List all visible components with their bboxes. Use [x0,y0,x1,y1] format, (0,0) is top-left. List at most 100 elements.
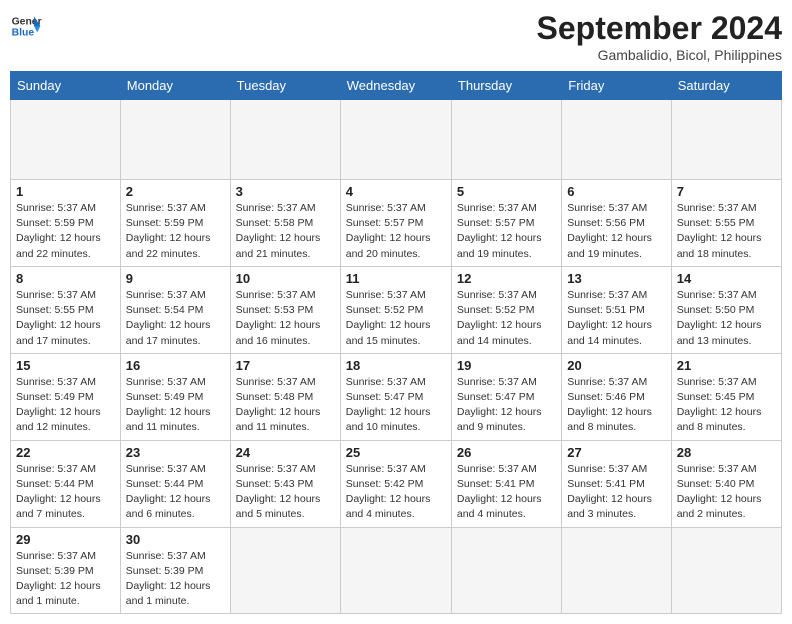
day-detail: Sunrise: 5:37 AMSunset: 5:52 PMDaylight:… [346,288,446,349]
calendar-cell: 28 Sunrise: 5:37 AMSunset: 5:40 PMDayligh… [671,440,781,527]
month-year: September 2024 [537,10,782,47]
day-detail: Sunrise: 5:37 AMSunset: 5:56 PMDaylight:… [567,201,665,262]
day-number: 13 [567,271,665,286]
calendar-cell: 22 Sunrise: 5:37 AMSunset: 5:44 PMDayligh… [11,440,121,527]
calendar-cell: 7 Sunrise: 5:37 AMSunset: 5:55 PMDaylight… [671,180,781,267]
day-detail: Sunrise: 5:37 AMSunset: 5:59 PMDaylight:… [16,201,115,262]
calendar-cell: 1 Sunrise: 5:37 AMSunset: 5:59 PMDaylight… [11,180,121,267]
calendar-cell: 4Sunrise: 5:37 AMSunset: 5:57 PMDaylight… [340,180,451,267]
day-number: 5 [457,184,556,199]
calendar-cell: 29 Sunrise: 5:37 AMSunset: 5:39 PMDayligh… [11,527,121,614]
day-number: 20 [567,358,665,373]
day-detail: Sunrise: 5:37 AMSunset: 5:44 PMDaylight:… [16,462,115,523]
day-header-wednesday: Wednesday [340,72,451,100]
calendar-week-row: 1 Sunrise: 5:37 AMSunset: 5:59 PMDaylight… [11,180,782,267]
calendar-cell [340,100,451,180]
day-number: 22 [16,445,115,460]
day-detail: Sunrise: 5:37 AMSunset: 5:44 PMDaylight:… [126,462,225,523]
logo-icon: General Blue [10,10,42,42]
calendar-cell: 15 Sunrise: 5:37 AMSunset: 5:49 PMDayligh… [11,353,121,440]
calendar-week-row [11,100,782,180]
day-number: 28 [677,445,776,460]
calendar-cell [451,527,561,614]
day-number: 2 [126,184,225,199]
calendar-cell: 3Sunrise: 5:37 AMSunset: 5:58 PMDaylight… [230,180,340,267]
day-detail: Sunrise: 5:37 AMSunset: 5:39 PMDaylight:… [16,549,115,610]
day-detail: Sunrise: 5:37 AMSunset: 5:50 PMDaylight:… [677,288,776,349]
calendar-cell: 10 Sunrise: 5:37 AMSunset: 5:53 PMDayligh… [230,266,340,353]
location: Gambalidio, Bicol, Philippines [537,47,782,63]
day-detail: Sunrise: 5:37 AMSunset: 5:40 PMDaylight:… [677,462,776,523]
day-header-friday: Friday [562,72,671,100]
calendar-cell [230,100,340,180]
calendar-week-row: 22 Sunrise: 5:37 AMSunset: 5:44 PMDayligh… [11,440,782,527]
calendar-cell [671,100,781,180]
calendar-cell: 24 Sunrise: 5:37 AMSunset: 5:43 PMDayligh… [230,440,340,527]
day-number: 26 [457,445,556,460]
day-detail: Sunrise: 5:37 AMSunset: 5:43 PMDaylight:… [236,462,335,523]
calendar-cell [340,527,451,614]
day-detail: Sunrise: 5:37 AMSunset: 5:49 PMDaylight:… [16,375,115,436]
calendar-table: SundayMondayTuesdayWednesdayThursdayFrid… [10,71,782,614]
day-number: 6 [567,184,665,199]
calendar-week-row: 29 Sunrise: 5:37 AMSunset: 5:39 PMDayligh… [11,527,782,614]
day-detail: Sunrise: 5:37 AMSunset: 5:51 PMDaylight:… [567,288,665,349]
calendar-cell [562,527,671,614]
calendar-cell: 8Sunrise: 5:37 AMSunset: 5:55 PMDaylight… [11,266,121,353]
calendar-cell: 11 Sunrise: 5:37 AMSunset: 5:52 PMDayligh… [340,266,451,353]
day-detail: Sunrise: 5:37 AMSunset: 5:46 PMDaylight:… [567,375,665,436]
day-number: 4 [346,184,446,199]
calendar-cell: 2 Sunrise: 5:37 AMSunset: 5:59 PMDaylight… [120,180,230,267]
title-area: September 2024 Gambalidio, Bicol, Philip… [537,10,782,63]
calendar-cell: 18 Sunrise: 5:37 AMSunset: 5:47 PMDayligh… [340,353,451,440]
day-detail: Sunrise: 5:37 AMSunset: 5:55 PMDaylight:… [16,288,115,349]
calendar-cell [562,100,671,180]
calendar-cell [120,100,230,180]
day-detail: Sunrise: 5:37 AMSunset: 5:41 PMDaylight:… [567,462,665,523]
calendar-week-row: 15 Sunrise: 5:37 AMSunset: 5:49 PMDayligh… [11,353,782,440]
day-header-thursday: Thursday [451,72,561,100]
day-number: 12 [457,271,556,286]
calendar-cell: 26Sunrise: 5:37 AMSunset: 5:41 PMDayligh… [451,440,561,527]
day-number: 18 [346,358,446,373]
calendar-cell: 5 Sunrise: 5:37 AMSunset: 5:57 PMDaylight… [451,180,561,267]
day-detail: Sunrise: 5:37 AMSunset: 5:45 PMDaylight:… [677,375,776,436]
day-detail: Sunrise: 5:37 AMSunset: 5:49 PMDaylight:… [126,375,225,436]
header: General Blue September 2024 Gambalidio, … [10,10,782,63]
day-detail: Sunrise: 5:37 AMSunset: 5:55 PMDaylight:… [677,201,776,262]
day-number: 14 [677,271,776,286]
calendar-cell: 30Sunrise: 5:37 AMSunset: 5:39 PMDayligh… [120,527,230,614]
svg-text:Blue: Blue [12,28,35,39]
day-number: 17 [236,358,335,373]
calendar-cell: 12 Sunrise: 5:37 AMSunset: 5:52 PMDayligh… [451,266,561,353]
calendar-cell: 21Sunrise: 5:37 AMSunset: 5:45 PMDayligh… [671,353,781,440]
day-number: 3 [236,184,335,199]
calendar-cell: 9 Sunrise: 5:37 AMSunset: 5:54 PMDaylight… [120,266,230,353]
calendar-cell: 6 Sunrise: 5:37 AMSunset: 5:56 PMDaylight… [562,180,671,267]
day-number: 15 [16,358,115,373]
calendar-cell: 19Sunrise: 5:37 AMSunset: 5:47 PMDayligh… [451,353,561,440]
calendar-cell: 17Sunrise: 5:37 AMSunset: 5:48 PMDayligh… [230,353,340,440]
calendar-cell [451,100,561,180]
day-detail: Sunrise: 5:37 AMSunset: 5:52 PMDaylight:… [457,288,556,349]
day-number: 16 [126,358,225,373]
day-number: 10 [236,271,335,286]
day-detail: Sunrise: 5:37 AMSunset: 5:59 PMDaylight:… [126,201,225,262]
day-number: 11 [346,271,446,286]
calendar-cell: 14 Sunrise: 5:37 AMSunset: 5:50 PMDayligh… [671,266,781,353]
day-number: 29 [16,532,115,547]
day-detail: Sunrise: 5:37 AMSunset: 5:53 PMDaylight:… [236,288,335,349]
day-number: 1 [16,184,115,199]
day-header-saturday: Saturday [671,72,781,100]
day-detail: Sunrise: 5:37 AMSunset: 5:47 PMDaylight:… [346,375,446,436]
day-number: 24 [236,445,335,460]
day-detail: Sunrise: 5:37 AMSunset: 5:54 PMDaylight:… [126,288,225,349]
calendar-header-row: SundayMondayTuesdayWednesdayThursdayFrid… [11,72,782,100]
day-detail: Sunrise: 5:37 AMSunset: 5:57 PMDaylight:… [457,201,556,262]
day-number: 19 [457,358,556,373]
calendar-cell: 20 Sunrise: 5:37 AMSunset: 5:46 PMDayligh… [562,353,671,440]
day-number: 9 [126,271,225,286]
calendar-cell [671,527,781,614]
day-number: 7 [677,184,776,199]
calendar-week-row: 8Sunrise: 5:37 AMSunset: 5:55 PMDaylight… [11,266,782,353]
